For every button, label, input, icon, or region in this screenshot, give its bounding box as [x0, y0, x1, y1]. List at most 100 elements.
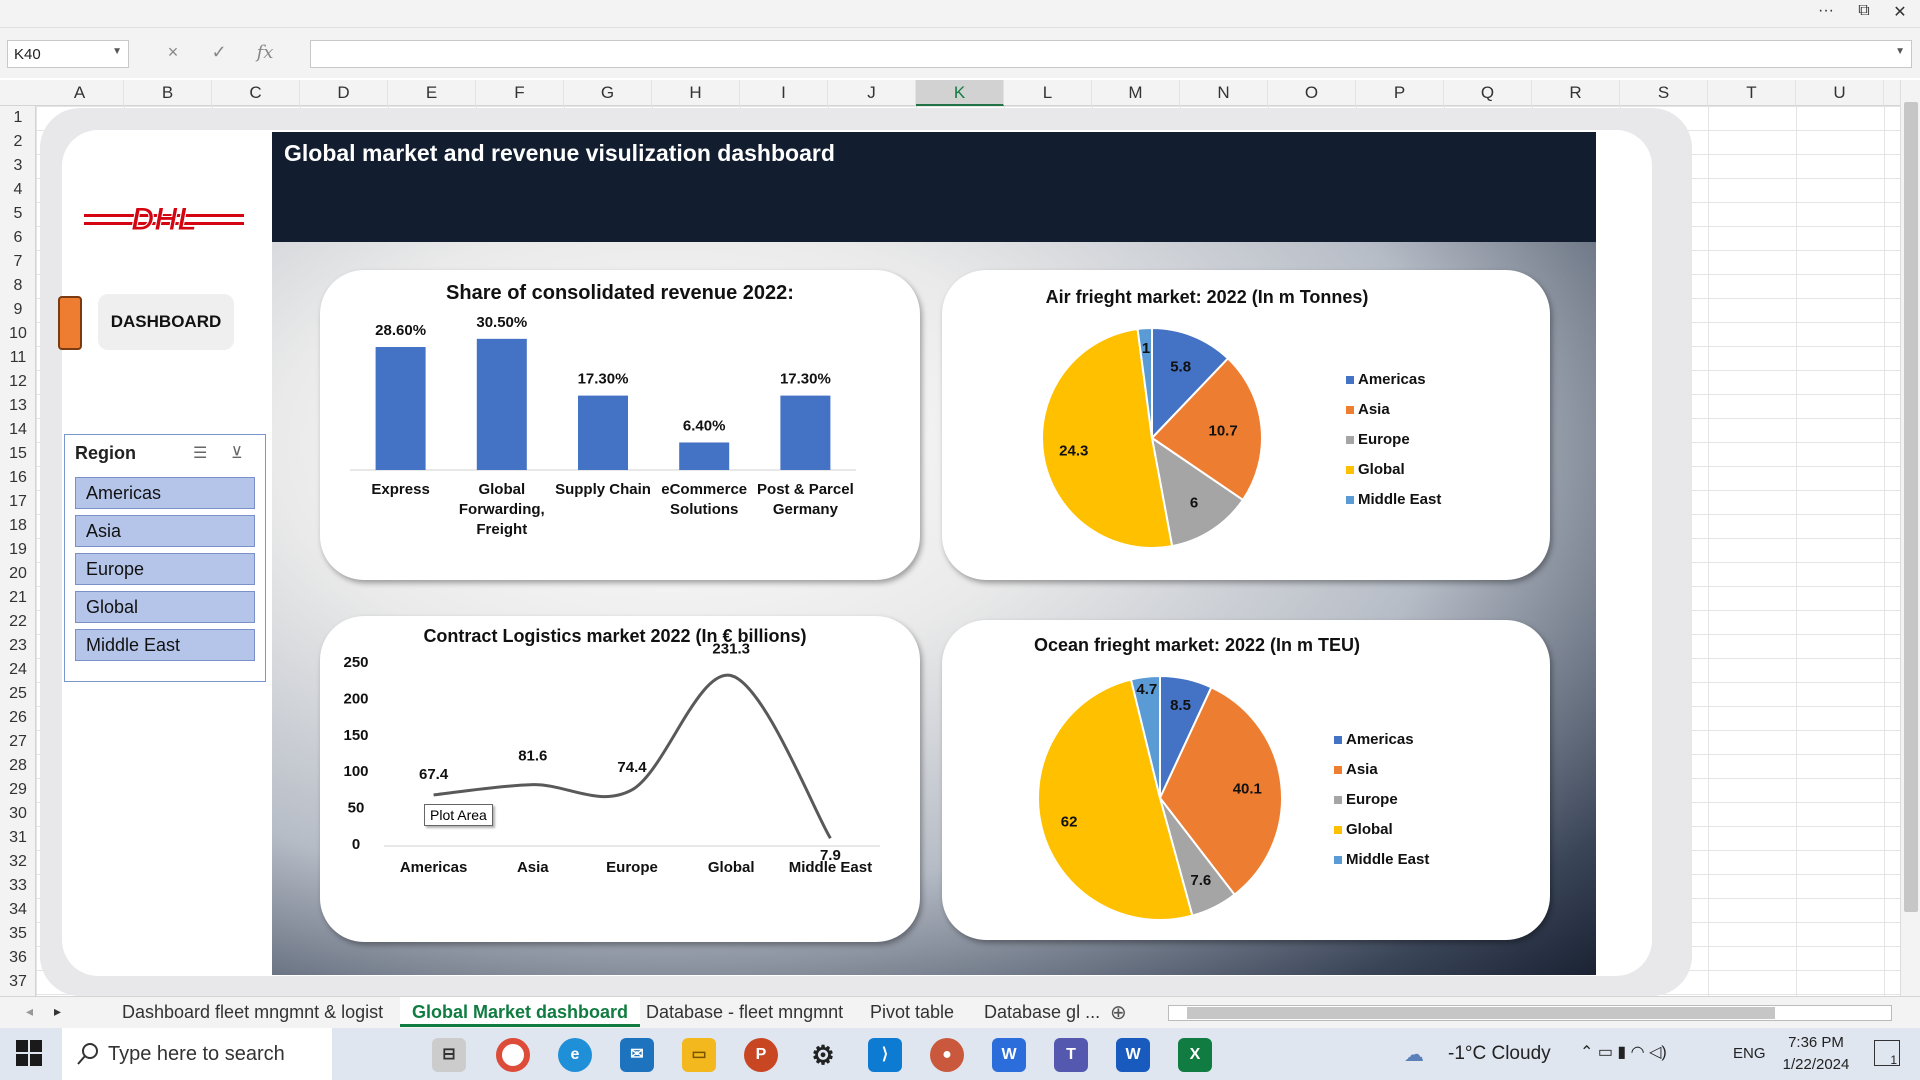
mail-icon[interactable]: ✉ — [620, 1038, 654, 1072]
dashboard-button[interactable]: DASHBOARD — [98, 294, 234, 350]
row-header-35[interactable]: 35 — [0, 922, 36, 946]
tab-scroll-left-icon[interactable]: ◂ — [26, 1003, 33, 1020]
column-header-r[interactable]: R — [1532, 80, 1620, 106]
teams-icon[interactable]: T — [1054, 1038, 1088, 1072]
column-header-t[interactable]: T — [1708, 80, 1796, 106]
row-header-16[interactable]: 16 — [0, 466, 36, 490]
weather-text[interactable]: -1°C Cloudy — [1448, 1043, 1551, 1065]
name-box[interactable]: K40 ▼ — [7, 40, 129, 68]
close-icon[interactable]: ✕ — [1882, 2, 1918, 22]
row-header-33[interactable]: 33 — [0, 874, 36, 898]
row-header-23[interactable]: 23 — [0, 634, 36, 658]
cancel-icon[interactable]: × — [150, 42, 196, 63]
column-header-k[interactable]: K — [916, 80, 1004, 106]
column-header-h[interactable]: H — [652, 80, 740, 106]
slicer-item-global[interactable]: Global — [75, 591, 255, 623]
excel-icon[interactable]: X — [1178, 1038, 1212, 1072]
row-header-9[interactable]: 9 — [0, 298, 36, 322]
row-header-14[interactable]: 14 — [0, 418, 36, 442]
row-header-21[interactable]: 21 — [0, 586, 36, 610]
column-header-e[interactable]: E — [388, 80, 476, 106]
column-header-s[interactable]: S — [1620, 80, 1708, 106]
row-header-4[interactable]: 4 — [0, 178, 36, 202]
row-header-7[interactable]: 7 — [0, 250, 36, 274]
row-header-11[interactable]: 11 — [0, 346, 36, 370]
windows-start-icon[interactable] — [16, 1040, 42, 1066]
row-header-15[interactable]: 15 — [0, 442, 36, 466]
formula-input[interactable]: ▼ — [310, 40, 1912, 68]
tab-global-market[interactable]: Global Market dashboard — [400, 997, 641, 1027]
edge-icon[interactable]: e — [558, 1038, 592, 1072]
column-header-q[interactable]: Q — [1444, 80, 1532, 106]
row-header-5[interactable]: 5 — [0, 202, 36, 226]
air-freight-card[interactable]: Air frieght market: 2022 (In m Tonnes) 5… — [942, 270, 1550, 580]
app-icon-blue[interactable]: W — [992, 1038, 1026, 1072]
clear-filter-icon[interactable]: ⊻ — [231, 443, 243, 463]
restore-icon[interactable]: ⧉ — [1846, 2, 1882, 20]
ocean-freight-card[interactable]: Ocean frieght market: 2022 (In m TEU) 8.… — [942, 620, 1550, 940]
row-header-36[interactable]: 36 — [0, 946, 36, 970]
expand-icon[interactable]: ▼ — [1895, 46, 1905, 57]
row-header-24[interactable]: 24 — [0, 658, 36, 682]
row-header-20[interactable]: 20 — [0, 562, 36, 586]
tab-scroll-right-icon[interactable]: ▸ — [54, 1003, 61, 1020]
add-sheet-icon[interactable]: ⊕ — [1110, 1000, 1127, 1025]
slicer-item-middle-east[interactable]: Middle East — [75, 629, 255, 661]
file-explorer-icon[interactable]: ▭ — [682, 1038, 716, 1072]
system-tray-icons[interactable]: ⌃ ▭ ▮ ◠ ◁) — [1580, 1042, 1667, 1062]
column-header-o[interactable]: O — [1268, 80, 1356, 106]
tab-dashboard-fleet[interactable]: Dashboard fleet mngmnt & logist — [110, 997, 395, 1027]
region-slicer[interactable]: Region ☰ ⊻ Americas Asia Europe Global M… — [64, 434, 266, 682]
tab-database-global[interactable]: Database gl ... — [972, 997, 1112, 1027]
row-header-37[interactable]: 37 — [0, 970, 36, 994]
multi-select-icon[interactable]: ☰ — [193, 443, 207, 463]
row-header-17[interactable]: 17 — [0, 490, 36, 514]
taskbar-search[interactable]: Type here to search — [62, 1028, 332, 1080]
chevron-down-icon[interactable]: ▼ — [112, 46, 122, 57]
row-header-1[interactable]: 1 — [0, 106, 36, 130]
row-header-2[interactable]: 2 — [0, 130, 36, 154]
more-icon[interactable]: ··· — [1808, 2, 1844, 20]
row-header-27[interactable]: 27 — [0, 730, 36, 754]
column-header-p[interactable]: P — [1356, 80, 1444, 106]
row-header-12[interactable]: 12 — [0, 370, 36, 394]
task-view-icon[interactable]: ⊟ — [432, 1038, 466, 1072]
row-header-28[interactable]: 28 — [0, 754, 36, 778]
row-header-8[interactable]: 8 — [0, 274, 36, 298]
column-header-a[interactable]: A — [36, 80, 124, 106]
row-header-31[interactable]: 31 — [0, 826, 36, 850]
column-header-g[interactable]: G — [564, 80, 652, 106]
row-header-6[interactable]: 6 — [0, 226, 36, 250]
language-indicator[interactable]: ENG — [1733, 1045, 1766, 1062]
horizontal-scrollbar[interactable] — [1168, 1005, 1892, 1021]
column-header-n[interactable]: N — [1180, 80, 1268, 106]
revenue-share-card[interactable]: Share of consolidated revenue 2022: 28.6… — [320, 270, 920, 580]
column-header-d[interactable]: D — [300, 80, 388, 106]
tab-database-fleet[interactable]: Database - fleet mngmnt — [634, 997, 855, 1027]
scroll-thumb[interactable] — [1904, 102, 1918, 912]
column-header-l[interactable]: L — [1004, 80, 1092, 106]
slicer-item-americas[interactable]: Americas — [75, 477, 255, 509]
vscode-icon[interactable]: ⟩ — [868, 1038, 902, 1072]
row-header-29[interactable]: 29 — [0, 778, 36, 802]
row-header-30[interactable]: 30 — [0, 802, 36, 826]
powerpoint-icon[interactable]: P — [744, 1038, 778, 1072]
contract-logistics-card[interactable]: Contract Logistics market 2022 (In € bil… — [320, 616, 920, 942]
chrome-icon[interactable] — [496, 1038, 530, 1072]
column-header-c[interactable]: C — [212, 80, 300, 106]
hscroll-thumb[interactable] — [1187, 1007, 1775, 1019]
settings-gear-icon[interactable]: ⚙ — [806, 1038, 840, 1072]
clock-date[interactable]: 1/22/2024 — [1776, 1056, 1856, 1073]
clock-time[interactable]: 7:36 PM — [1776, 1034, 1856, 1051]
notification-icon[interactable]: 1 — [1874, 1040, 1900, 1067]
column-header-b[interactable]: B — [124, 80, 212, 106]
enter-icon[interactable]: ✓ — [196, 42, 242, 63]
column-header-f[interactable]: F — [476, 80, 564, 106]
fx-icon[interactable]: fx — [242, 42, 288, 63]
tab-pivot-table[interactable]: Pivot table — [858, 997, 966, 1027]
row-header-34[interactable]: 34 — [0, 898, 36, 922]
row-header-3[interactable]: 3 — [0, 154, 36, 178]
app-icon-red[interactable]: ● — [930, 1038, 964, 1072]
row-header-32[interactable]: 32 — [0, 850, 36, 874]
row-header-22[interactable]: 22 — [0, 610, 36, 634]
